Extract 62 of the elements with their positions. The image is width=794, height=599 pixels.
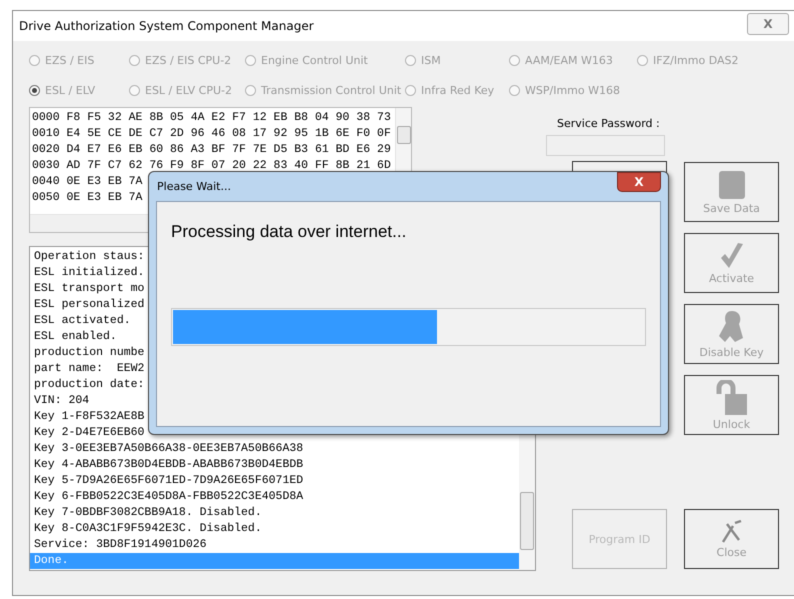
log-line: Key 3-0EE3EB7A50B66A38-0EE3EB7A50B66A38 — [33, 441, 304, 457]
radio-label[interactable]: ESL / ELV — [45, 84, 96, 96]
close-icon — [720, 520, 742, 544]
log-line: Key 8-C0A3C1F9F5942E3C. Disabled. — [33, 521, 263, 537]
log-line: Key 4-ABABB673B0D4EBDB-ABABB673B0D4EBDB — [33, 457, 304, 473]
tool-button[interactable]: Activate — [684, 233, 779, 293]
log-line: Operation staus: — [33, 249, 146, 265]
log-line: Key 7-0BDBF3082CBB9A18. Disabled. — [33, 505, 263, 521]
radio-button[interactable] — [405, 84, 416, 96]
radio-button[interactable] — [245, 84, 256, 96]
radio-label[interactable]: IFZ/Immo DAS2 — [653, 54, 738, 66]
hex-line: 0030 AD 7F C7 62 76 F9 8F 07 20 22 83 40 FF 8B 21 6D — [32, 158, 391, 174]
radio-label[interactable]: AAM/EAM W163 — [525, 54, 613, 66]
radio-label[interactable]: ISM — [421, 54, 441, 66]
radio-label[interactable]: Engine Control Unit — [261, 54, 368, 66]
radio-label[interactable]: Transmission Control Unit — [261, 84, 402, 96]
hex-line: 0020 D4 E7 E6 EB 60 86 A3 BF 7F 7E D5 B3 61 BD E6 29 — [32, 142, 391, 158]
radio-label[interactable]: WSP/Immo W168 — [525, 84, 620, 96]
log-line: Key 6-FBB0522C3E405D8A-FBB0522C3E405D8A — [33, 489, 304, 505]
radio-button[interactable] — [29, 54, 40, 66]
radio-button[interactable] — [129, 84, 140, 96]
log-line: VIN: 204 — [33, 393, 90, 409]
radio-label[interactable]: Infra Red Key — [421, 84, 494, 96]
radio-button[interactable] — [637, 54, 648, 66]
log-line: ESL activated. — [33, 313, 132, 329]
dismiss-button[interactable]: X — [747, 13, 789, 35]
radio-button[interactable] — [509, 84, 520, 96]
tool-button[interactable]: Unlock — [684, 375, 779, 435]
radio-button[interactable] — [509, 54, 520, 66]
log-line: Service: 3BD8F1914901D026 — [33, 537, 208, 553]
status-message: Processing data over internet... — [171, 222, 408, 242]
radio-button[interactable] — [129, 54, 140, 66]
log-line: ESL initialized. — [33, 265, 146, 281]
log-line: Key 1-F8F532AE8B — [33, 409, 146, 425]
hex-line: 0040 0E E3 EB 7A — [32, 174, 142, 190]
tool-button[interactable]: Close — [684, 509, 779, 569]
log-line: part name: EEW2 — [33, 361, 146, 377]
radio-button[interactable] — [29, 84, 40, 96]
log-line: Key 2-D4E7E6EB60 — [33, 425, 146, 441]
radio-label[interactable]: ESL / ELV CPU-2 — [145, 84, 232, 96]
log-line: ESL transport mo — [33, 281, 146, 297]
log-line: ESL enabled. — [33, 329, 118, 345]
radio-label[interactable]: EZS / EIS CPU-2 — [145, 54, 232, 66]
log-line: Key 5-7D9A26E65F6071ED-7D9A26E65F6071ED — [33, 473, 304, 489]
checkmark-icon — [718, 242, 744, 270]
hex-line: 0050 0E E3 EB 7A — [32, 190, 142, 206]
log-line: production numbe — [33, 345, 146, 361]
radio-button[interactable] — [245, 54, 256, 66]
radio-button[interactable] — [405, 54, 416, 66]
hex-line: 0010 E4 5E CE DE C7 2D 96 46 08 17 92 95 1B 6E F0 0F — [32, 126, 391, 142]
password-field[interactable] — [546, 135, 665, 156]
radio-label[interactable]: EZS / EIS — [45, 54, 94, 66]
tool-button[interactable]: Save Data — [684, 162, 779, 222]
open-padlock-icon — [716, 380, 748, 416]
dismiss-button[interactable]: X — [617, 172, 661, 192]
log-line: production date: — [33, 377, 146, 393]
window-title: Drive Authorization System Component Manager — [19, 19, 314, 33]
hex-line: 0000 F8 F5 32 AE 8B 05 4A E2 F7 12 EB B8 04 90 38 73 — [32, 110, 391, 126]
log-line: ESL personalized — [33, 297, 146, 313]
dialog-title: Please Wait... — [156, 180, 231, 193]
field-label: Service Password : — [556, 117, 661, 130]
tool-button[interactable]: Disable Key — [684, 304, 779, 364]
